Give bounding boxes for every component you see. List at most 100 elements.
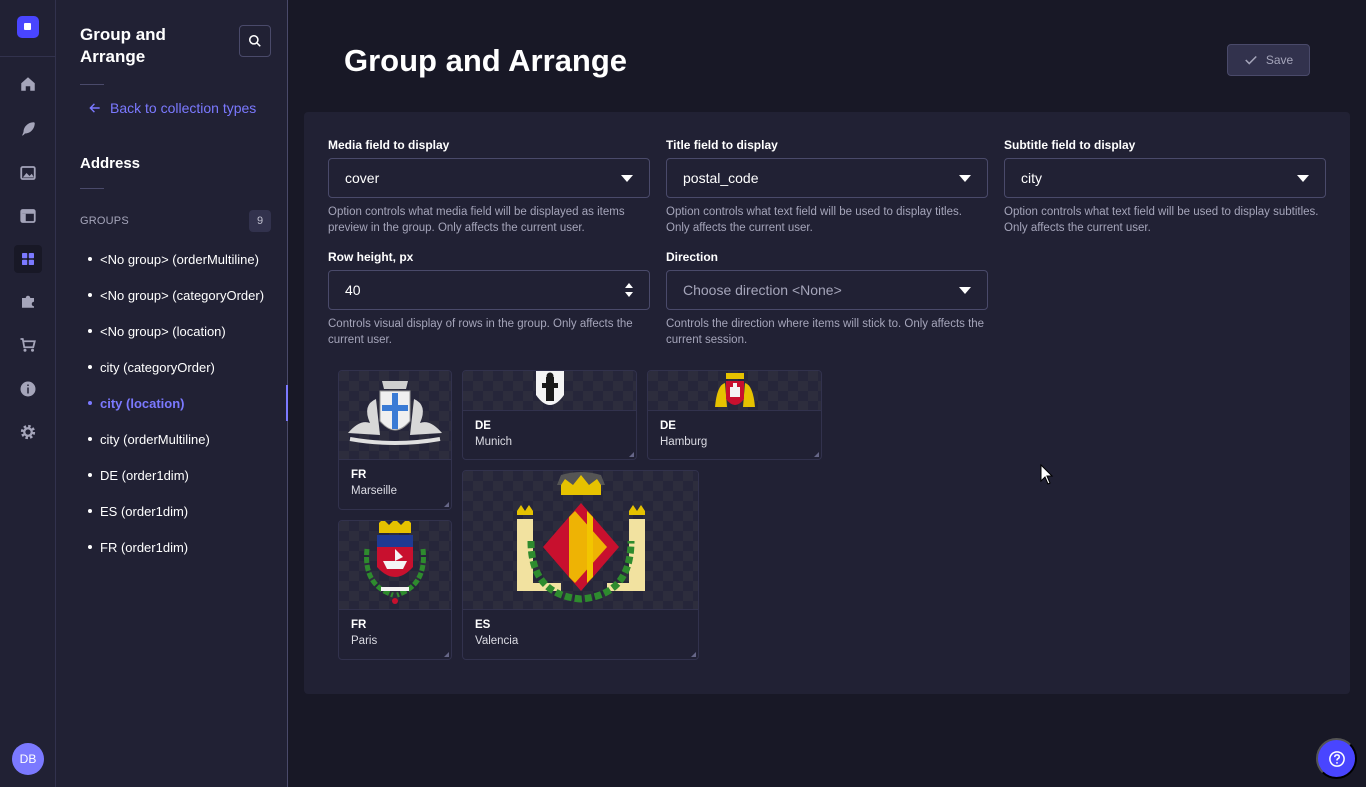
marketplace-nav-button[interactable] <box>14 331 42 359</box>
group-item-active[interactable]: city (location) <box>56 385 288 421</box>
gear-icon <box>20 424 36 440</box>
resize-handle-icon[interactable] <box>444 652 449 657</box>
resize-handle-icon[interactable] <box>629 452 634 457</box>
direction-select[interactable]: Choose direction <None> <box>666 270 988 310</box>
hamburg-coat-of-arms-icon <box>714 372 755 407</box>
puzzle-icon <box>22 295 34 308</box>
arrange-card[interactable]: FR Marseille <box>338 370 452 510</box>
resize-handle-icon[interactable] <box>444 502 449 507</box>
resize-handle-icon[interactable] <box>691 652 696 657</box>
arrange-card[interactable]: FR Paris <box>338 520 452 660</box>
info-icon <box>20 381 36 397</box>
card-media <box>339 371 451 460</box>
group-item[interactable]: FR (order1dim) <box>56 529 288 565</box>
card-body: DE Hamburg <box>648 411 821 450</box>
user-avatar[interactable]: DB <box>12 743 44 775</box>
direction-field: Direction Choose direction <None> Contro… <box>666 249 988 348</box>
group-item[interactable]: city (orderMultiline) <box>56 421 288 457</box>
plugins-nav-button[interactable] <box>14 287 42 315</box>
arrange-card[interactable]: DE Munich <box>462 370 637 460</box>
settings-nav-button[interactable] <box>14 418 42 446</box>
arrange-card[interactable]: DE Hamburg <box>647 370 822 460</box>
media-field-label: Media field to display <box>328 138 450 152</box>
grid-icon <box>22 253 34 265</box>
group-item[interactable]: <No group> (location) <box>56 313 288 349</box>
row-height-input[interactable]: 40 <box>328 270 650 310</box>
card-body: DE Munich <box>463 411 636 450</box>
title-field-value: postal_code <box>683 170 759 186</box>
groups-label: GROUPS <box>80 215 129 227</box>
media-icon <box>20 166 36 180</box>
card-title: DE <box>660 420 676 432</box>
media-field-select[interactable]: cover <box>328 158 650 198</box>
subnav-divider <box>80 84 104 85</box>
collection-title: Address <box>80 155 141 172</box>
page-title: Group and Arrange <box>344 43 628 78</box>
subnav-title: Group and Arrange <box>80 25 166 66</box>
search-icon <box>248 34 261 47</box>
back-link-label: Back to collection types <box>110 100 257 116</box>
card-subtitle: Paris <box>351 635 378 647</box>
increment-arrow-icon[interactable] <box>625 283 633 288</box>
arrange-card[interactable]: ES Valencia <box>462 470 699 660</box>
chevron-down-icon <box>621 174 633 182</box>
settings-panel: Media field to display cover Option cont… <box>304 112 1350 694</box>
decrement-arrow-icon[interactable] <box>625 292 633 297</box>
row-height-hint: Controls visual display of rows in the g… <box>328 318 633 346</box>
group-item[interactable]: DE (order1dim) <box>56 457 288 493</box>
main-nav-rail: DB <box>0 0 56 787</box>
title-field-select[interactable]: postal_code <box>666 158 988 198</box>
munich-coat-of-arms-icon <box>535 371 564 405</box>
direction-hint: Controls the direction where items will … <box>666 318 985 346</box>
layout-icon <box>20 209 36 223</box>
home-nav-button[interactable] <box>14 70 42 98</box>
group-item[interactable]: <No group> (orderMultiline) <box>56 241 288 277</box>
app-logo-icon[interactable] <box>17 16 39 38</box>
subtitle-field-value: city <box>1021 170 1042 186</box>
home-icon <box>21 77 35 91</box>
save-button[interactable]: Save <box>1227 44 1310 76</box>
resize-handle-icon[interactable] <box>814 452 819 457</box>
back-to-collection-types-link[interactable]: Back to collection types <box>88 100 256 116</box>
rail-divider <box>0 56 55 57</box>
title-field: Title field to display postal_code Optio… <box>666 137 988 236</box>
card-media <box>463 371 636 411</box>
card-subtitle: Valencia <box>475 635 519 647</box>
paris-coat-of-arms-icon <box>364 521 426 604</box>
card-media <box>339 521 451 610</box>
check-icon <box>1245 55 1257 65</box>
media-field: Media field to display cover Option cont… <box>328 137 650 236</box>
group-item[interactable]: ES (order1dim) <box>56 493 288 529</box>
card-subtitle: Marseille <box>351 485 398 497</box>
row-height-stepper[interactable] <box>625 283 633 297</box>
card-title: FR <box>351 469 367 481</box>
card-title: FR <box>351 619 367 631</box>
group-item[interactable]: <No group> (categoryOrder) <box>56 277 288 313</box>
direction-label: Direction <box>666 250 719 264</box>
subnav-search-button[interactable] <box>239 25 271 57</box>
media-library-nav-button[interactable] <box>14 159 42 187</box>
group-item[interactable]: city (categoryOrder) <box>56 349 288 385</box>
media-field-hint: Option controls what media field will be… <box>328 206 625 234</box>
mouse-cursor-icon <box>1040 464 1054 485</box>
subtitle-field: Subtitle field to display city Option co… <box>1004 137 1326 236</box>
chevron-down-icon <box>959 286 971 294</box>
group-list: <No group> (orderMultiline) <No group> (… <box>56 241 288 565</box>
section-divider <box>80 188 104 189</box>
info-nav-button[interactable] <box>14 375 42 403</box>
card-media <box>463 471 698 610</box>
card-title: ES <box>475 619 491 631</box>
valencia-coat-of-arms-icon <box>516 472 645 603</box>
content-type-builder-nav-button[interactable] <box>14 115 42 143</box>
subtitle-field-hint: Option controls what text field will be … <box>1004 206 1319 234</box>
media-field-value: cover <box>345 170 380 186</box>
help-button[interactable] <box>1316 738 1357 779</box>
row-height-field: Row height, px 40 Controls visual displa… <box>328 249 650 348</box>
group-arrange-nav-button[interactable] <box>14 245 42 273</box>
subtitle-field-select[interactable]: city <box>1004 158 1326 198</box>
chevron-down-icon <box>1297 174 1309 182</box>
question-mark-icon <box>1328 750 1345 767</box>
layout-nav-button[interactable] <box>14 202 42 230</box>
card-title: DE <box>475 420 491 432</box>
shopping-cart-icon <box>20 338 36 352</box>
